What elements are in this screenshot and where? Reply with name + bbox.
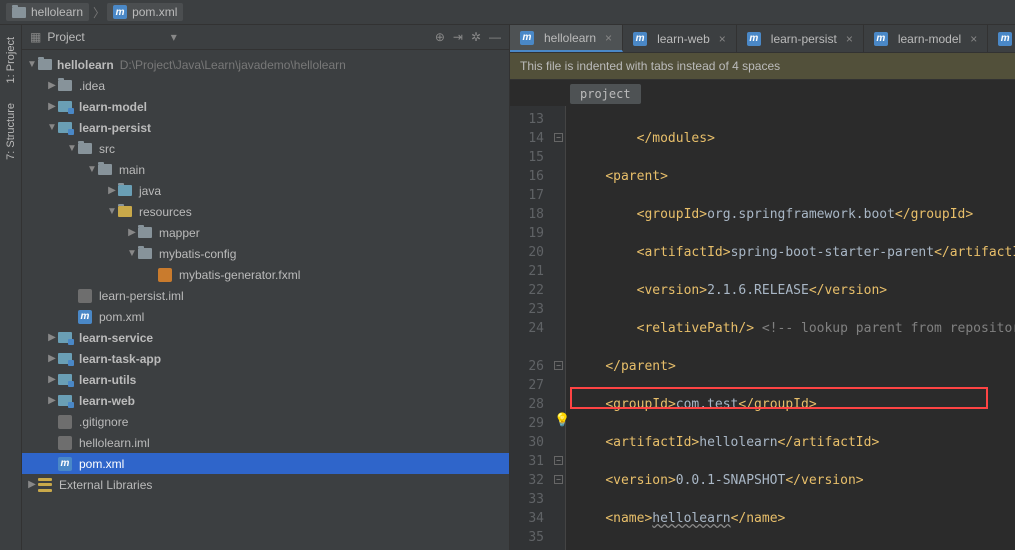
tree-node-learn-utils[interactable]: learn-utils <box>22 369 509 390</box>
code-editor[interactable]: 1314151617181920212223242627282930313233… <box>510 106 1015 550</box>
folder-icon <box>138 227 152 238</box>
maven-icon: m <box>58 457 72 471</box>
gear-icon[interactable]: ✲ <box>471 30 481 44</box>
fold-marker[interactable]: − <box>554 133 563 142</box>
tree-node-root-iml[interactable]: hellolearn.iml <box>22 432 509 453</box>
library-icon <box>38 478 52 492</box>
tab-learn-persist[interactable]: mlearn-persist× <box>737 25 864 52</box>
project-panel: ▦ Project ▾ ⊕ ⇥ ✲ — hellolearn D:\Project… <box>22 25 510 550</box>
breadcrumb-root-label: hellolearn <box>31 5 83 19</box>
close-icon[interactable]: × <box>970 32 977 46</box>
folder-icon <box>138 248 152 259</box>
fold-marker[interactable]: − <box>554 475 563 484</box>
module-icon <box>58 374 72 385</box>
tree-node-persist-pom[interactable]: mpom.xml <box>22 306 509 327</box>
iml-file-icon <box>78 289 92 303</box>
project-dropdown-icon[interactable]: ▦ <box>30 30 41 44</box>
tree-node-src[interactable]: src <box>22 138 509 159</box>
module-icon <box>58 353 72 364</box>
target-icon[interactable]: ⊕ <box>435 30 445 44</box>
folder-icon <box>38 59 52 70</box>
project-panel-header: ▦ Project ▾ ⊕ ⇥ ✲ — <box>22 25 509 50</box>
close-icon[interactable]: × <box>719 32 726 46</box>
tree-node-learn-persist[interactable]: learn-persist <box>22 117 509 138</box>
source-folder-icon <box>118 185 132 196</box>
tree-node-learn-model[interactable]: learn-model <box>22 96 509 117</box>
tree-node-persist-iml[interactable]: learn-persist.iml <box>22 285 509 306</box>
maven-icon: m <box>113 5 127 19</box>
project-tree: hellolearn D:\Project\Java\Learn\javademo… <box>22 50 509 550</box>
tree-root[interactable]: hellolearn D:\Project\Java\Learn\javademo… <box>22 54 509 75</box>
folder-icon <box>58 80 72 91</box>
tree-node-learn-service[interactable]: learn-service <box>22 327 509 348</box>
sidebar-tab-project[interactable]: 1: Project <box>3 33 19 87</box>
hide-icon[interactable]: — <box>489 30 501 44</box>
tree-node-main[interactable]: main <box>22 159 509 180</box>
tree-node-mybatis-config[interactable]: mybatis-config <box>22 243 509 264</box>
xml-file-icon <box>158 268 172 282</box>
breadcrumb-file[interactable]: m pom.xml <box>107 3 183 21</box>
tab-hellolearn[interactable]: mhellolearn× <box>510 25 623 52</box>
indent-warning-bar[interactable]: This file is indented with tabs instead … <box>510 53 1015 80</box>
fold-column[interactable]: − − − − <box>552 106 566 550</box>
editor-tabs: mhellolearn× mlearn-web× mlearn-persist×… <box>510 25 1015 53</box>
close-icon[interactable]: × <box>846 32 853 46</box>
editor-breadcrumb-chip[interactable]: project <box>570 84 641 104</box>
chevron-down-icon[interactable]: ▾ <box>171 30 177 44</box>
breadcrumb-separator: 〉 <box>93 4 105 21</box>
tree-node-idea[interactable]: .idea <box>22 75 509 96</box>
tree-node-external-libs[interactable]: External Libraries <box>22 474 509 495</box>
breadcrumb-file-label: pom.xml <box>132 5 177 19</box>
tree-node-learn-task[interactable]: learn-task-app <box>22 348 509 369</box>
editor-area: mhellolearn× mlearn-web× mlearn-persist×… <box>510 25 1015 550</box>
lightbulb-icon[interactable]: 💡 <box>554 413 570 428</box>
tree-node-mapper[interactable]: mapper <box>22 222 509 243</box>
resource-folder-icon <box>118 206 132 217</box>
tree-node-learn-web[interactable]: learn-web <box>22 390 509 411</box>
module-icon <box>58 101 72 112</box>
file-icon <box>58 415 72 429</box>
tab-learn-model[interactable]: mlearn-model× <box>864 25 988 52</box>
collapse-icon[interactable]: ⇥ <box>453 30 463 44</box>
folder-icon <box>98 164 112 175</box>
project-panel-title[interactable]: Project <box>47 30 84 44</box>
code-content[interactable]: </modules> <parent> <groupId>org.springf… <box>566 106 1015 550</box>
tree-node-resources[interactable]: resources <box>22 201 509 222</box>
maven-icon: m <box>520 31 534 45</box>
sidebar-tab-structure[interactable]: 7: Structure <box>3 99 19 164</box>
breadcrumb: hellolearn 〉 m pom.xml <box>0 0 1015 25</box>
tool-window-bar: 1: Project 7: Structure <box>0 25 22 550</box>
module-icon <box>58 332 72 343</box>
tab-learn-web[interactable]: mlearn-web× <box>623 25 737 52</box>
tree-node-mybatis-generator[interactable]: mybatis-generator.fxml <box>22 264 509 285</box>
maven-icon: m <box>633 32 647 46</box>
module-icon <box>58 122 72 133</box>
tree-root-path: D:\Project\Java\Learn\javademo\hellolear… <box>120 58 346 72</box>
maven-icon: m <box>998 32 1012 46</box>
close-icon[interactable]: × <box>605 31 612 45</box>
folder-icon <box>12 7 26 18</box>
line-gutter: 1314151617181920212223242627282930313233… <box>510 106 552 550</box>
iml-file-icon <box>58 436 72 450</box>
fold-marker[interactable]: − <box>554 456 563 465</box>
breadcrumb-root[interactable]: hellolearn <box>6 3 89 21</box>
fold-marker[interactable]: − <box>554 361 563 370</box>
tree-node-gitignore[interactable]: .gitignore <box>22 411 509 432</box>
maven-icon: m <box>78 310 92 324</box>
folder-icon <box>78 143 92 154</box>
tree-node-java[interactable]: java <box>22 180 509 201</box>
tab-truncated[interactable]: mlea <box>988 25 1015 52</box>
tree-node-root-pom[interactable]: mpom.xml <box>22 453 509 474</box>
tree-root-name: hellolearn <box>57 58 114 72</box>
maven-icon: m <box>747 32 761 46</box>
maven-icon: m <box>874 32 888 46</box>
module-icon <box>58 395 72 406</box>
